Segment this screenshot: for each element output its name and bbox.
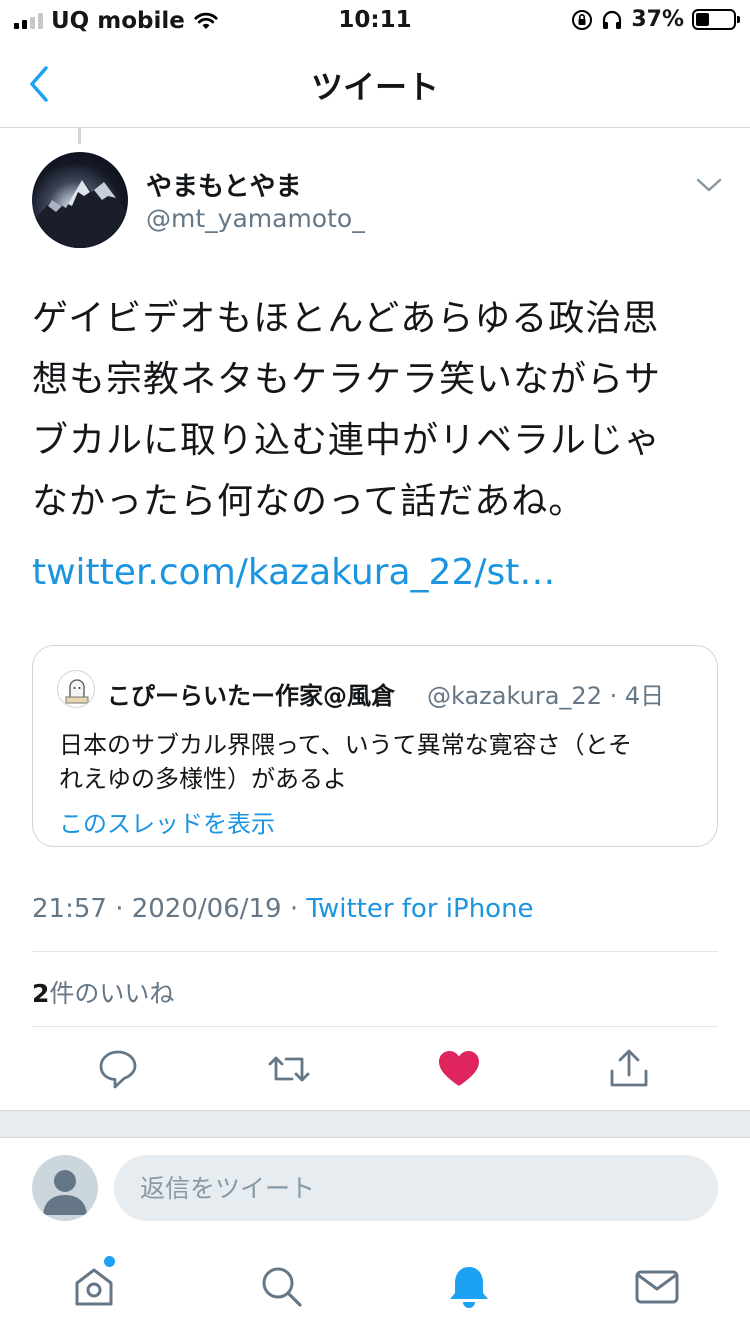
reply-icon xyxy=(99,1050,137,1089)
retweet-button[interactable] xyxy=(266,1046,312,1092)
battery-percent: 37% xyxy=(631,7,684,32)
show-thread-link[interactable]: このスレッドを表示 xyxy=(59,804,275,839)
share-icon xyxy=(610,1049,648,1087)
quoted-author-name: こぴーらいたー作家@風倉 xyxy=(107,682,395,710)
author-handle[interactable]: @mt_yamamoto_ xyxy=(146,204,365,233)
divider xyxy=(32,951,718,952)
mail-icon xyxy=(635,1270,679,1304)
share-button[interactable] xyxy=(606,1046,652,1092)
mountain-image xyxy=(32,180,128,248)
default-profile-icon xyxy=(43,1170,87,1215)
battery-icon xyxy=(692,9,740,30)
author-avatar[interactable] xyxy=(32,152,128,248)
page-title: ツイート xyxy=(310,68,439,106)
reply-button[interactable] xyxy=(95,1046,141,1092)
quoted-author-handle-time: @kazakura_22 · 4日 xyxy=(427,682,665,710)
reply-input[interactable] xyxy=(114,1155,718,1221)
headphones-icon xyxy=(603,10,622,29)
tweet-menu-button[interactable] xyxy=(694,170,724,200)
tweet-timestamp: 21:57 · 2020/06/19 · Twitter for iPhone xyxy=(32,894,534,924)
tweet-text-line: ゲイビデオもほとんどあらゆる政治思 xyxy=(32,298,660,339)
likes-count-link[interactable]: 2件のいいね xyxy=(32,974,174,1010)
quoted-text-line: れえゆの多様性）があるよ xyxy=(59,765,347,793)
status-bar: UQ mobile 10:11 37% xyxy=(0,0,750,40)
home-notification-dot xyxy=(104,1256,115,1267)
tab-home[interactable] xyxy=(69,1262,119,1312)
tweet-text: ゲイビデオもほとんどあらゆる政治思 想も宗教ネタもケラケラ笑いながらサ ブカルに… xyxy=(32,288,722,532)
bell-filled-icon xyxy=(450,1267,488,1308)
quoted-tweet-card[interactable]: こぴーらいたー作家@風倉 @kazakura_22 · 4日 日本のサブカル界隈… xyxy=(32,645,718,847)
quoted-author-avatar xyxy=(57,670,95,708)
navigation-bar: ツイート xyxy=(0,40,750,128)
tweet-text-line: ブカルに取り込む連中がリベラルじゃ xyxy=(32,420,662,461)
home-icon xyxy=(75,1268,113,1306)
likes-label: 件のいいね xyxy=(49,979,175,1008)
divider xyxy=(32,1026,718,1027)
quoted-text-line: 日本のサブカル界隈って、いうて異常な寛容さ（とそ xyxy=(59,731,632,759)
tab-search[interactable] xyxy=(256,1262,306,1312)
chevron-down-icon xyxy=(696,178,722,192)
ghost-character-icon xyxy=(65,679,89,704)
timestamp-text: 21:57 · 2020/06/19 · xyxy=(32,894,307,924)
thread-connector-line xyxy=(78,128,81,144)
heart-filled-icon xyxy=(439,1051,479,1086)
retweet-icon xyxy=(268,1056,310,1082)
likes-count: 2 xyxy=(32,979,50,1008)
tweet-link[interactable]: twitter.com/kazakura_22/st… xyxy=(32,552,555,593)
search-icon xyxy=(262,1267,302,1307)
tweet-text-line: 想も宗教ネタもケラケラ笑いながらサ xyxy=(32,359,662,400)
tab-messages[interactable] xyxy=(632,1262,682,1312)
tab-notifications[interactable] xyxy=(444,1262,494,1312)
quoted-tweet-text: 日本のサブカル界隈って、いうて異常な寛容さ（とそ れえゆの多様性）があるよ xyxy=(59,728,699,796)
author-display-name[interactable]: やまもとやま xyxy=(146,166,301,203)
tweet-source-link[interactable]: Twitter for iPhone xyxy=(306,894,533,924)
current-user-avatar[interactable] xyxy=(32,1155,98,1221)
section-separator xyxy=(0,1110,750,1138)
status-bar-right: 37% xyxy=(571,7,740,32)
tweet-text-line: なかったら何なのって話だあね。 xyxy=(32,481,586,522)
like-button[interactable] xyxy=(436,1046,482,1092)
orientation-lock-icon xyxy=(572,9,593,30)
